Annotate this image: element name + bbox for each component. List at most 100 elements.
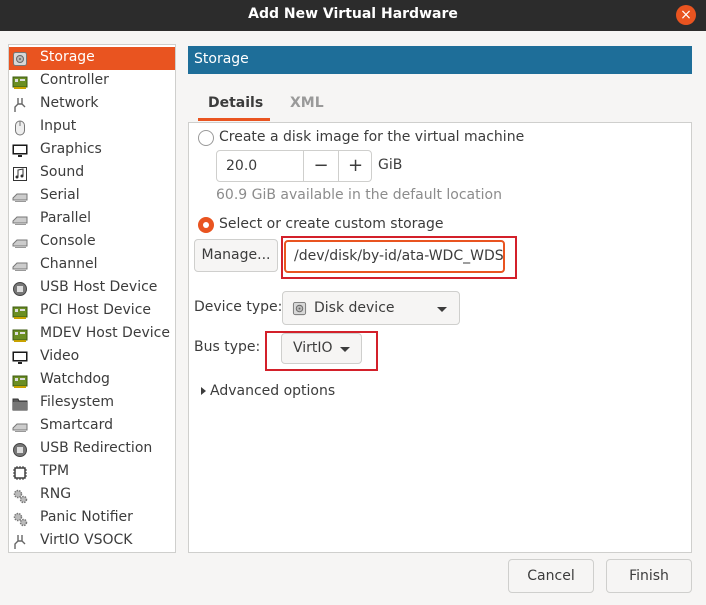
sidebar-item-pci-host-device[interactable]: PCI Host Device xyxy=(9,300,175,323)
gears-icon xyxy=(13,489,28,504)
disk-size-value[interactable]: 20.0 xyxy=(226,158,257,174)
custom-storage-radio[interactable] xyxy=(198,217,214,233)
sidebar-item-label: USB Host Device xyxy=(40,279,158,295)
usb-icon xyxy=(13,282,27,296)
port-icon xyxy=(12,423,28,432)
tab-label: XML xyxy=(290,95,324,111)
sidebar-item-label: Input xyxy=(40,118,77,134)
sidebar-item-label: USB Redirection xyxy=(40,440,153,456)
disk-icon xyxy=(292,301,307,316)
bus-type-label: Bus type: xyxy=(194,339,261,355)
sidebar-item-tpm[interactable]: TPM xyxy=(9,461,175,484)
sidebar-item-label: MDEV Host Device xyxy=(40,325,170,341)
size-unit-label: GiB xyxy=(378,157,403,173)
network-icon xyxy=(14,98,26,112)
sidebar-item-label: Console xyxy=(40,233,96,249)
sidebar-item-usb-host-device[interactable]: USB Host Device xyxy=(9,277,175,300)
sidebar-item-label: PCI Host Device xyxy=(40,302,152,318)
network-icon xyxy=(14,535,26,549)
tab-label: Details xyxy=(208,95,264,111)
sidebar-item-label: Storage xyxy=(40,49,95,65)
tab-details[interactable]: Details xyxy=(198,88,270,121)
port-icon xyxy=(12,262,28,271)
cancel-button-label: Cancel xyxy=(527,568,575,584)
sidebar-item-label: Sound xyxy=(40,164,85,180)
window-title: Add New Virtual Hardware xyxy=(248,6,458,22)
sidebar-item-rng[interactable]: RNG xyxy=(9,484,175,507)
folder-icon xyxy=(12,398,28,411)
sidebar-item-virtio-vsock[interactable]: VirtIO VSOCK xyxy=(9,530,175,553)
mouse-icon xyxy=(15,120,25,136)
sidebar-item-label: Graphics xyxy=(40,141,102,157)
decrease-size-button[interactable]: − xyxy=(303,151,338,181)
device-type-dropdown[interactable]: Disk device xyxy=(282,291,460,325)
highlight-box-bus xyxy=(265,331,378,371)
highlight-box-path xyxy=(281,236,517,279)
sidebar-item-label: Video xyxy=(40,348,80,364)
available-space-text: 60.9 GiB available in the default locati… xyxy=(216,187,502,203)
cancel-button[interactable]: Cancel xyxy=(508,559,594,593)
chip-icon xyxy=(13,466,27,480)
sidebar-item-label: RNG xyxy=(40,486,72,502)
sidebar-item-storage[interactable]: Storage xyxy=(9,47,175,70)
sidebar-item-panic-notifier[interactable]: Panic Notifier xyxy=(9,507,175,530)
sidebar-item-watchdog[interactable]: Watchdog xyxy=(9,369,175,392)
sidebar-item-usb-redirection[interactable]: USB Redirection xyxy=(9,438,175,461)
disk-size-spinbutton[interactable]: 20.0 − + xyxy=(216,150,372,182)
sidebar-item-label: TPM xyxy=(40,463,70,479)
expander-arrow-icon[interactable] xyxy=(201,387,206,395)
sidebar-item-filesystem[interactable]: Filesystem xyxy=(9,392,175,415)
sidebar-item-console[interactable]: Console xyxy=(9,231,175,254)
disk-icon xyxy=(13,52,27,66)
tab-xml[interactable]: XML xyxy=(280,88,336,121)
device-type-label: Device type: xyxy=(194,299,283,315)
sidebar-item-label: VirtIO VSOCK xyxy=(40,532,133,548)
finish-button[interactable]: Finish xyxy=(606,559,692,593)
sidebar-item-input[interactable]: Input xyxy=(9,116,175,139)
sidebar-item-label: Channel xyxy=(40,256,98,272)
increase-size-button[interactable]: + xyxy=(338,151,372,181)
port-icon xyxy=(12,239,28,248)
controller-icon xyxy=(12,76,28,89)
port-icon xyxy=(12,193,28,202)
manage-button[interactable]: Manage... xyxy=(194,239,278,272)
sidebar-item-controller[interactable]: Controller xyxy=(9,70,175,93)
sidebar-item-channel[interactable]: Channel xyxy=(9,254,175,277)
sidebar-item-label: Filesystem xyxy=(40,394,115,410)
sidebar-item-sound[interactable]: Sound xyxy=(9,162,175,185)
sidebar-item-network[interactable]: Network xyxy=(9,93,175,116)
title-bar: Add New Virtual Hardware × xyxy=(0,0,706,31)
sidebar-item-label: Controller xyxy=(40,72,109,88)
usb-icon xyxy=(13,443,27,457)
pci-card-icon xyxy=(12,329,28,342)
section-header: Storage xyxy=(188,46,692,74)
sidebar-item-mdev-host-device[interactable]: MDEV Host Device xyxy=(9,323,175,346)
pci-card-icon xyxy=(12,375,28,388)
monitor-icon xyxy=(12,351,28,364)
sidebar-item-label: Watchdog xyxy=(40,371,110,387)
create-disk-label: Create a disk image for the virtual mach… xyxy=(219,129,525,145)
manage-button-label: Manage... xyxy=(201,247,271,263)
sidebar-item-video[interactable]: Video xyxy=(9,346,175,369)
sidebar-item-graphics[interactable]: Graphics xyxy=(9,139,175,162)
sidebar-item-label: Network xyxy=(40,95,99,111)
advanced-options-expander[interactable]: Advanced options xyxy=(210,383,335,399)
custom-storage-label: Select or create custom storage xyxy=(219,216,444,232)
pci-card-icon xyxy=(12,306,28,319)
port-icon xyxy=(12,216,28,225)
sidebar-item-serial[interactable]: Serial xyxy=(9,185,175,208)
close-icon[interactable]: × xyxy=(676,5,696,25)
sidebar-item-label: Parallel xyxy=(40,210,92,226)
sidebar-item-smartcard[interactable]: Smartcard xyxy=(9,415,175,438)
section-title: Storage xyxy=(194,51,249,67)
sidebar-item-label: Serial xyxy=(40,187,80,203)
device-type-value: Disk device xyxy=(314,300,395,316)
hardware-type-list[interactable]: Storage Controller Network Input Graphic… xyxy=(8,44,176,553)
sidebar-item-label: Smartcard xyxy=(40,417,114,433)
sidebar-item-parallel[interactable]: Parallel xyxy=(9,208,175,231)
sound-icon xyxy=(13,167,27,181)
monitor-icon xyxy=(12,144,28,157)
sidebar-item-label: Panic Notifier xyxy=(40,509,133,525)
chevron-down-icon xyxy=(437,307,447,312)
create-disk-radio[interactable] xyxy=(198,130,214,146)
